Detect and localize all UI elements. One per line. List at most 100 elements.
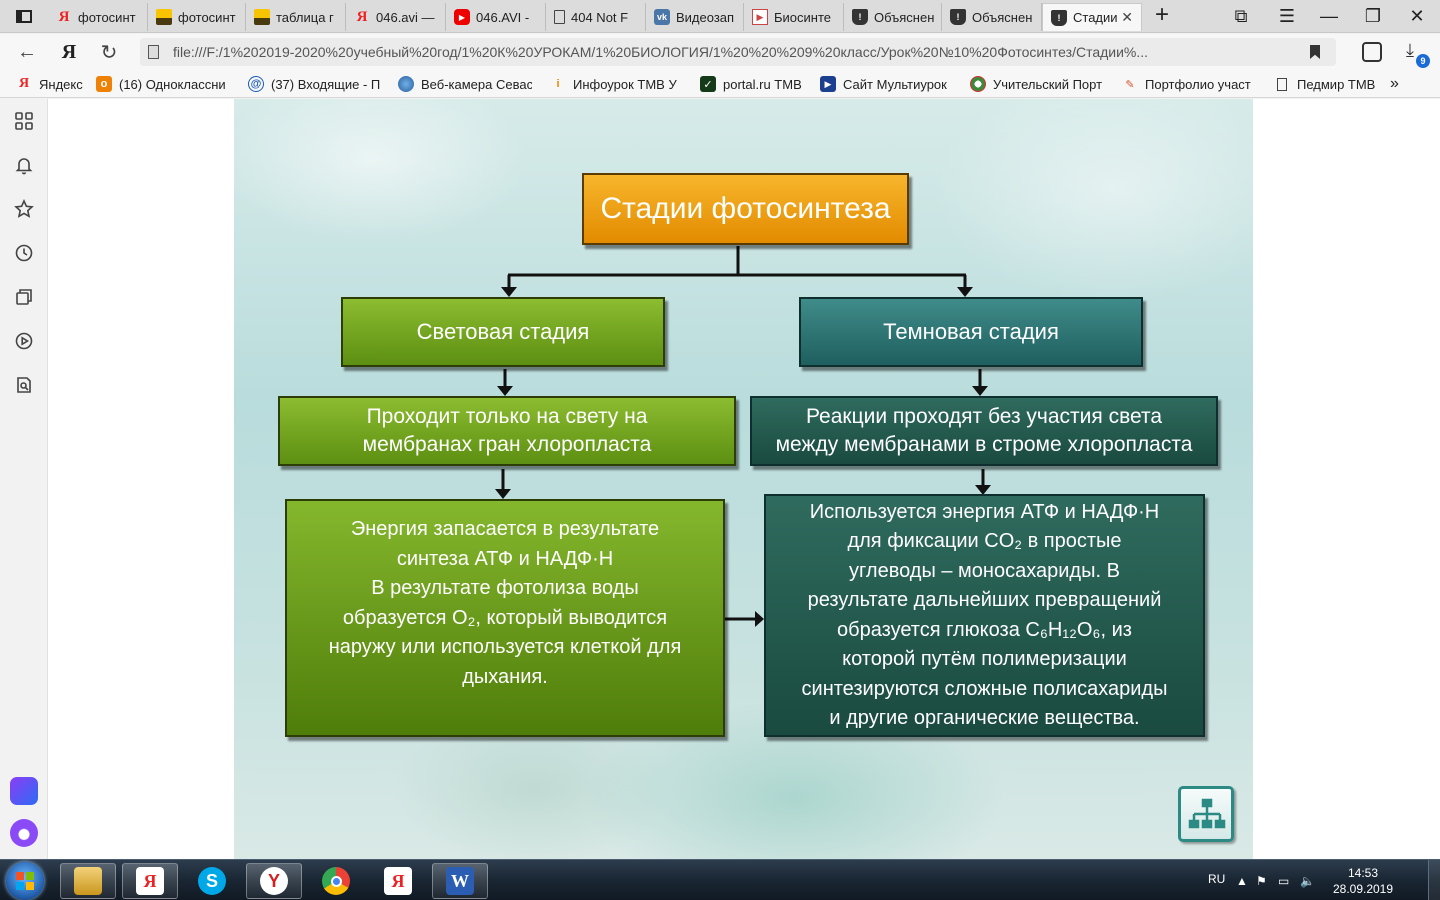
- more-bookmarks-icon[interactable]: »: [1390, 75, 1399, 93]
- tab-10[interactable]: ! Объяснен: [942, 3, 1042, 31]
- system-tray: RU ▲ ⚑ ▭ 🔈 14:53 28.09.2019: [1200, 860, 1440, 900]
- reload-button[interactable]: ↻: [96, 40, 122, 64]
- multiurok-icon: ▶: [820, 76, 836, 92]
- skype-icon: S: [198, 867, 226, 895]
- taskbar-yandex-2[interactable]: Я: [370, 863, 426, 899]
- collections-icon[interactable]: ⧉: [1226, 4, 1256, 28]
- yandex-icon: Я: [356, 8, 368, 25]
- mail-icon: @: [248, 76, 264, 92]
- extensions-icon[interactable]: [1362, 42, 1382, 62]
- minimize-button[interactable]: —: [1314, 4, 1344, 28]
- bookmarks-bar: Я Яндекс о (16) Одноклассни @ (37) Входя…: [0, 70, 1440, 98]
- bookmark-mail[interactable]: @ (37) Входящие - П: [248, 75, 382, 93]
- globe-icon: [398, 76, 414, 92]
- taskbar-chrome[interactable]: [308, 863, 364, 899]
- downloads-button[interactable]: ⤓ 9: [1402, 40, 1430, 68]
- new-tab-button[interactable]: +: [1150, 3, 1174, 28]
- alice-assistant-icon[interactable]: [10, 819, 38, 847]
- tab-1[interactable]: Я фотосинт: [48, 3, 148, 31]
- light-stage-box: Световая стадия: [341, 297, 665, 367]
- bookmark-label: (16) Одноклассни: [119, 76, 226, 92]
- url-field[interactable]: file:///F:/1%202019-2020%20учебный%20год…: [140, 38, 1336, 66]
- bookmark-label: Инфоурок ТМВ У: [573, 76, 677, 92]
- tab-label: фотосинт: [78, 9, 136, 25]
- text-line: синтезируются сложные полисахариды: [801, 677, 1168, 700]
- portfolio-icon: ✎: [1125, 78, 1135, 91]
- hierarchy-icon: [1188, 798, 1226, 829]
- back-button[interactable]: ←: [14, 40, 40, 64]
- restore-button[interactable]: ❐: [1358, 4, 1388, 28]
- bookmark-portfolio[interactable]: ✎ Портфолио участ: [1122, 75, 1258, 93]
- tab-6[interactable]: 404 Not F: [546, 3, 646, 31]
- history-clock-icon[interactable]: [12, 241, 36, 265]
- tab-8[interactable]: ▶ Биосинте: [744, 3, 844, 31]
- presentation-icon: ▶: [752, 9, 768, 25]
- shield-icon: !: [950, 9, 966, 25]
- bookmark-yandex[interactable]: Я Яндекс: [16, 75, 83, 93]
- messenger-app-icon[interactable]: [10, 777, 38, 805]
- tab-label: Объяснен: [874, 9, 935, 25]
- image-search-icon[interactable]: [12, 373, 36, 397]
- clock[interactable]: 14:53 28.09.2019: [1320, 865, 1406, 897]
- language-indicator[interactable]: RU: [1208, 872, 1225, 886]
- bookmark-odnoklassniki[interactable]: о (16) Одноклассни: [96, 75, 232, 93]
- favorites-star-icon[interactable]: [12, 197, 36, 221]
- video-play-icon[interactable]: [12, 329, 36, 353]
- dark-stage-description-box: Используется энергия АТФ и НАДФ·Н для фи…: [764, 494, 1205, 737]
- odnoklassniki-icon: о: [96, 76, 112, 92]
- tab-9[interactable]: ! Объяснен: [844, 3, 942, 31]
- apps-grid-icon[interactable]: [12, 109, 36, 133]
- tab-label: 046.avi —: [376, 9, 435, 25]
- bookmark-webcam[interactable]: Веб-камера Севас: [398, 75, 532, 93]
- local-file-icon: [148, 45, 159, 59]
- bookmark-infourok[interactable]: i Инфоурок ТМВ У: [550, 75, 684, 93]
- bookmark-label: portal.ru ТМВ: [723, 76, 802, 92]
- bookmark-pedmir[interactable]: Педмир ТМВ: [1274, 75, 1378, 93]
- network-icon[interactable]: ▭: [1278, 874, 1289, 888]
- image-icon: [254, 9, 270, 25]
- tab-active[interactable]: ! Стадии ✕: [1042, 3, 1142, 31]
- tab-7[interactable]: vk Видеозап: [646, 3, 744, 31]
- show-desktop-button[interactable]: [1428, 860, 1440, 900]
- tab-3[interactable]: таблица г: [246, 3, 346, 31]
- url-text[interactable]: file:///F:/1%202019-2020%20учебный%20год…: [173, 44, 1293, 60]
- bookmark-label: Портфолио участ: [1145, 76, 1251, 92]
- notifications-bell-icon[interactable]: [12, 153, 36, 177]
- vk-icon: vk: [654, 9, 670, 25]
- text-line: дыхания.: [462, 665, 548, 688]
- sidebar: [0, 99, 48, 859]
- taskbar-file-manager[interactable]: [60, 863, 116, 899]
- action-center-flag-icon[interactable]: ⚑: [1256, 874, 1267, 888]
- menu-icon[interactable]: ☰: [1272, 4, 1302, 28]
- hierarchy-nav-button[interactable]: [1178, 786, 1234, 842]
- taskbar-yandex-browser[interactable]: Y: [246, 863, 302, 899]
- taskbar-word[interactable]: W: [432, 863, 488, 899]
- collections-icon[interactable]: [12, 285, 36, 309]
- yandex-logo-icon[interactable]: Я: [56, 40, 82, 64]
- text-line: углеводы – моносахариды. В: [849, 559, 1120, 582]
- download-icon: ⤓: [1406, 40, 1414, 60]
- tab-2[interactable]: фотосинт: [148, 3, 246, 31]
- tab-5[interactable]: ▶ 046.AVI -: [446, 3, 546, 31]
- tray-expand-icon[interactable]: ▲: [1236, 874, 1248, 888]
- text-line: Используется энергия АТФ и НАДФ·Н: [809, 500, 1160, 523]
- close-window-button[interactable]: ✕: [1402, 4, 1432, 28]
- taskbar-skype[interactable]: S: [184, 863, 240, 899]
- document-icon: [554, 10, 565, 24]
- bookmark-icon[interactable]: [1310, 45, 1320, 59]
- yandex-icon: Я: [18, 76, 30, 91]
- infourok-icon: i: [556, 78, 560, 90]
- tab-4[interactable]: Я 046.avi —: [346, 3, 446, 31]
- bookmark-teacher-portal[interactable]: Учительский Порт: [970, 75, 1106, 93]
- volume-icon[interactable]: 🔈: [1300, 874, 1315, 888]
- close-tab-icon[interactable]: ✕: [1121, 9, 1133, 26]
- tabs-panel-icon[interactable]: [6, 6, 40, 28]
- tab-strip: Я фотосинт фотосинт таблица г Я 046.avi …: [0, 0, 1440, 33]
- yandex-icon: Я: [58, 8, 70, 25]
- text-line: Проходит только на свету на: [366, 405, 648, 428]
- bookmark-portal[interactable]: ✓ portal.ru ТМВ: [700, 75, 808, 93]
- bookmark-multiurok[interactable]: ▶ Сайт Мультиурок: [820, 75, 954, 93]
- text-line: Энергия запасается в результате: [350, 518, 660, 540]
- start-button[interactable]: [6, 862, 44, 900]
- taskbar-yandex[interactable]: Я: [122, 863, 178, 899]
